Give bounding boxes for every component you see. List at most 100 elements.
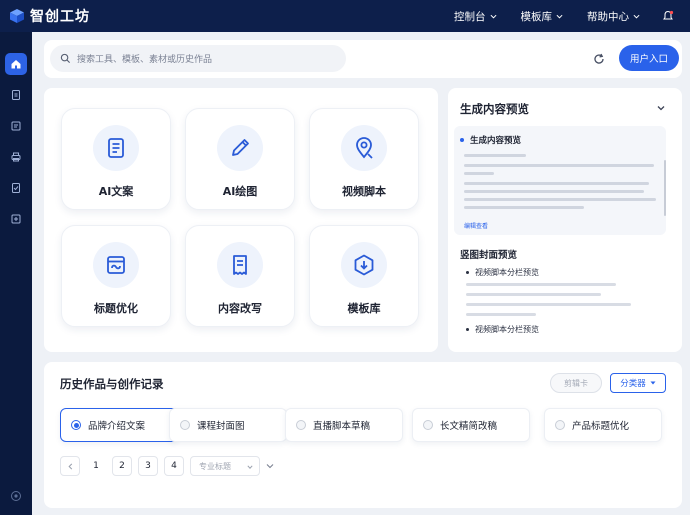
content-preview-panel: 生成内容预览 生成内容预览 编辑查看 竖图封面预览 视频脚本分栏预览 视频脚本分… [448, 88, 682, 352]
chip-label: 课程封面图 [197, 421, 245, 432]
user-entry-button[interactable]: 用户入口 [619, 45, 679, 71]
history-chip-longform-edit[interactable]: 长文精简改稿 [412, 408, 530, 442]
chevron-down-icon [490, 14, 496, 19]
cube-logo-icon [10, 9, 24, 23]
text-placeholder-line [464, 172, 494, 175]
text-placeholder-line [466, 283, 616, 286]
text-placeholder-line [464, 154, 526, 157]
nav-templates-label: 模板库 [520, 10, 553, 23]
tool-label: 视频脚本 [342, 185, 386, 198]
preview-scrollbar[interactable] [664, 160, 666, 216]
history-chip-brand-copy[interactable]: 品牌介绍文案 [60, 408, 178, 442]
folder-icon [11, 121, 21, 131]
chip-label: 产品标题优化 [572, 421, 630, 432]
location-pin-icon [356, 137, 373, 159]
radio-selected-icon [71, 420, 81, 430]
nav-templates[interactable]: 模板库 [521, 9, 564, 24]
preview-bullet-text: 视频脚本分栏预览 [475, 268, 539, 277]
sidebar-item-add[interactable] [5, 208, 27, 230]
radio-icon [423, 420, 433, 430]
tool-icon-wrap [217, 125, 263, 171]
sidebar-item-tasks[interactable] [5, 177, 27, 199]
add-square-icon [11, 214, 21, 224]
sort-button-label: 分类器 [620, 379, 646, 389]
text-placeholder-line [464, 182, 649, 185]
window-link-icon [107, 256, 125, 274]
sidebar-item-print[interactable] [5, 146, 27, 168]
bullet-dot [466, 328, 469, 331]
logo[interactable]: 智创工坊 [9, 6, 90, 26]
tool-icon-wrap [93, 242, 139, 288]
top-bar: 智创工坊 控制台 模板库 帮助中心 [0, 0, 690, 32]
tool-label: 标题优化 [94, 302, 138, 315]
search-bar: 搜索工具、模板、素材或历史作品 用户入口 [44, 40, 682, 78]
radio-icon [296, 420, 306, 430]
pen-icon [232, 139, 249, 156]
history-chip-product-title[interactable]: 产品标题优化 [544, 408, 662, 442]
preview-card-heading: 生成内容预览 [460, 134, 521, 146]
sidebar-item-projects[interactable] [5, 115, 27, 137]
tool-icon-wrap [93, 125, 139, 171]
sort-button[interactable]: 分类器 [610, 373, 666, 393]
notification-bell-icon[interactable] [662, 10, 674, 22]
page-button[interactable]: 4 [164, 456, 184, 476]
chevron-down-icon [556, 14, 563, 19]
tools-panel: AI文案 AI绘图 视频脚本 标题优化 内容改写 模板库 [44, 88, 438, 352]
tool-ai-copywriting[interactable]: AI文案 [61, 108, 171, 210]
radio-icon [555, 420, 565, 430]
settings-gear-icon[interactable] [9, 489, 23, 503]
text-placeholder-line [466, 293, 601, 296]
nav-console[interactable]: 控制台 [454, 9, 497, 24]
search-icon [60, 53, 71, 64]
prev-page-button[interactable] [60, 456, 80, 476]
chevron-down-icon[interactable] [656, 103, 666, 113]
preview-edit-link[interactable]: 编辑查看 [464, 221, 488, 230]
tool-content-rewrite[interactable]: 内容改写 [185, 225, 295, 327]
preview-card-heading-text: 生成内容预览 [470, 136, 522, 146]
tool-icon-wrap [341, 125, 387, 171]
page-button[interactable]: 2 [112, 456, 132, 476]
history-chip-live-script[interactable]: 直播脚本草稿 [285, 408, 403, 442]
document-icon [108, 138, 124, 158]
document-icon [12, 90, 20, 100]
chip-label: 品牌介绍文案 [88, 421, 146, 432]
chevron-down-icon[interactable] [266, 462, 274, 470]
sidebar-item-home[interactable] [5, 53, 27, 75]
tool-title-optimize[interactable]: 标题优化 [61, 225, 171, 327]
nav-help[interactable]: 帮助中心 [587, 9, 640, 24]
printer-icon [11, 152, 21, 162]
preview-bullet-text: 视频脚本分栏预览 [475, 325, 539, 334]
bullet-dot [466, 271, 469, 274]
text-placeholder-line [464, 206, 584, 209]
text-placeholder-line [464, 190, 644, 193]
history-chip-course-cover[interactable]: 课程封面图 [169, 408, 287, 442]
tool-icon-wrap [217, 242, 263, 288]
history-title: 历史作品与创作记录 [60, 377, 164, 391]
chip-label: 长文精简改稿 [440, 421, 498, 432]
nav-console-label: 控制台 [454, 10, 486, 23]
preview-bullet: 视频脚本分栏预览 [466, 324, 539, 335]
tool-icon-wrap [341, 242, 387, 288]
text-placeholder-line [466, 313, 536, 316]
hexagon-download-icon [354, 254, 374, 276]
chip-label: 直播脚本草稿 [313, 421, 371, 432]
tool-video-script[interactable]: 视频脚本 [309, 108, 419, 210]
search-input[interactable]: 搜索工具、模板、素材或历史作品 [50, 45, 346, 72]
radio-icon [180, 420, 190, 430]
filter-button[interactable]: 剪辑卡 [550, 373, 602, 393]
tool-template-library[interactable]: 模板库 [309, 225, 419, 327]
preview-bullet: 视频脚本分栏预览 [466, 267, 539, 278]
page-button[interactable]: 3 [138, 456, 158, 476]
page-button[interactable]: 1 [86, 456, 106, 476]
preview-card: 生成内容预览 编辑查看 [454, 126, 666, 235]
top-navigation: 控制台 模板库 帮助中心 [430, 0, 674, 32]
nav-help-label: 帮助中心 [587, 10, 629, 23]
tool-label: AI绘图 [222, 185, 258, 198]
tool-label: 模板库 [347, 302, 381, 315]
page-select-placeholder: 专业标题 [199, 461, 231, 471]
sidebar-item-documents[interactable] [5, 84, 27, 106]
tool-ai-drawing[interactable]: AI绘图 [185, 108, 295, 210]
refresh-icon[interactable] [592, 52, 606, 66]
page-select[interactable]: 专业标题 [190, 456, 260, 476]
text-placeholder-line [464, 164, 654, 167]
